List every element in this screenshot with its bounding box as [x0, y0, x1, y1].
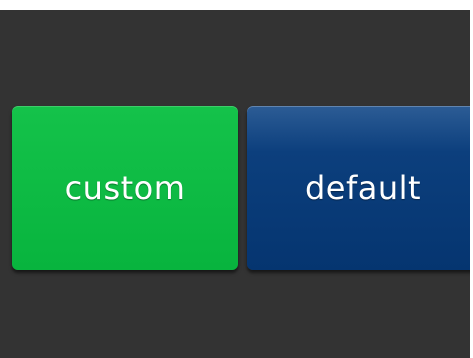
custom-button-label: custom	[64, 169, 186, 207]
top-border	[0, 0, 473, 10]
custom-button[interactable]: custom	[12, 106, 238, 270]
default-button[interactable]: default	[247, 106, 473, 270]
default-button-label: default	[304, 169, 422, 207]
